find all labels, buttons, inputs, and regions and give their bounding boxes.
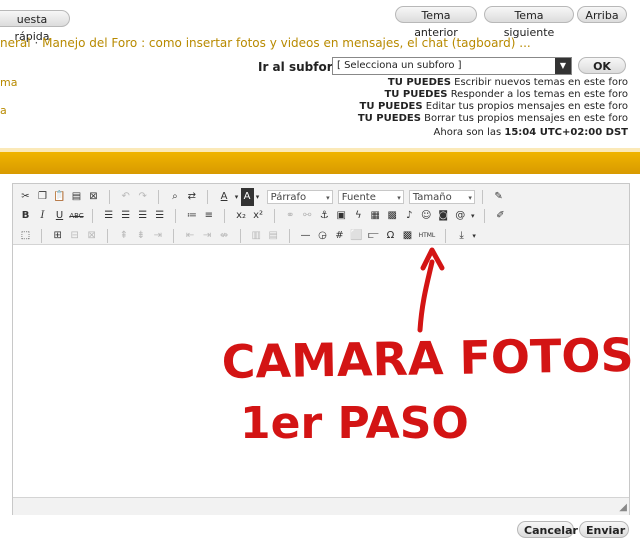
annotation-line-2: 1er PASO [240,398,469,449]
handwritten-annotation: CAMARA FOTOS 1er PASO [221,247,634,449]
annotation-line-1: CAMARA FOTOS [221,328,634,389]
annotation-arrow-shaft [417,259,435,333]
send-button[interactable]: Enviar [579,521,629,538]
cancel-button[interactable]: Cancelar [517,521,578,538]
